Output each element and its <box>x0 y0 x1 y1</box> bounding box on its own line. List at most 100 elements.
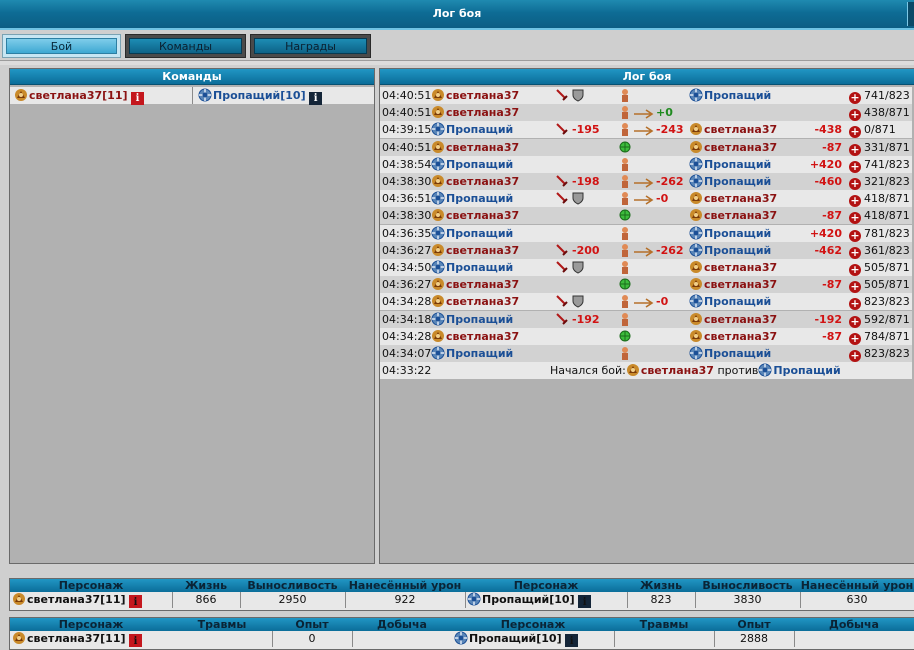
log-target[interactable]: Пропащий <box>689 225 771 242</box>
stats-p1-damage: 922 <box>394 593 416 606</box>
rewards-p1-entry[interactable]: светлана37[11] i <box>12 631 143 647</box>
log-hp: +823/823 <box>849 345 910 362</box>
stats-p2-name: Пропащий <box>482 593 550 606</box>
info-icon[interactable]: i <box>309 92 323 105</box>
body-icon <box>618 157 632 171</box>
log-actor[interactable]: Пропащий <box>431 190 513 207</box>
warrior-red-icon <box>689 260 703 274</box>
rewards-p2-entry[interactable]: Пропащий[10] i <box>454 631 579 647</box>
log-target[interactable]: Пропащий <box>689 242 771 259</box>
log-actor[interactable]: светлана37 <box>431 207 519 224</box>
info-icon[interactable]: i <box>131 92 145 105</box>
log-target[interactable]: Пропащий <box>689 293 771 310</box>
log-target[interactable]: светлана37 <box>689 311 777 328</box>
stats-table: Персонаж Жизнь Выносливость Нанесённый у… <box>9 578 914 611</box>
log-target[interactable]: Пропащий <box>689 87 771 104</box>
log-actor[interactable]: Пропащий <box>431 259 513 276</box>
rewards-p2-name: Пропащий <box>469 632 537 645</box>
log-target[interactable]: светлана37 <box>689 328 777 345</box>
log-hp-value: 418/871 <box>864 209 910 223</box>
log-hp: +0/871 <box>849 121 896 139</box>
stats-p2-entry[interactable]: Пропащий[10] i <box>467 592 592 608</box>
log-actor-name: светлана37 <box>446 209 520 223</box>
body-icon <box>618 174 632 188</box>
warrior-red-icon <box>12 631 26 645</box>
body-icon <box>618 294 632 309</box>
log-actor[interactable]: Пропащий <box>431 156 513 173</box>
log-actor[interactable]: светлана37 <box>431 242 519 259</box>
log-target[interactable]: Пропащий <box>689 156 771 173</box>
warrior-red-icon <box>14 88 28 102</box>
log-result: -87 <box>822 278 842 292</box>
warrior-red-icon <box>431 277 445 291</box>
info-icon[interactable]: i <box>129 634 143 647</box>
log-target[interactable]: светлана37 <box>689 139 777 156</box>
log-hp: +418/871 <box>849 207 910 225</box>
log-hp-value: 418/871 <box>864 192 910 206</box>
log-time: 04:34:50 <box>382 261 432 274</box>
body-icon <box>618 312 632 326</box>
tab-teams[interactable]: Команды <box>125 34 246 58</box>
log-target[interactable]: Пропащий <box>689 173 771 190</box>
tab-rewards[interactable]: Награды <box>250 34 371 58</box>
start-player1[interactable]: светлана37 <box>641 364 714 377</box>
rewards-p1-level: [11] <box>100 632 126 645</box>
warrior-blue-icon <box>689 174 703 188</box>
stats-p1-entry[interactable]: светлана37[11] i <box>12 592 143 608</box>
stats-p2-level: [10] <box>549 593 575 606</box>
log-actor[interactable]: светлана37 <box>431 293 519 310</box>
info-icon[interactable]: i <box>565 634 579 647</box>
team1-entry[interactable]: светлана37[11] i <box>14 87 145 105</box>
health-plus-icon: + <box>849 297 861 311</box>
log-actor[interactable]: светлана37 <box>431 104 519 121</box>
log-effect: -0 <box>618 190 668 207</box>
warrior-blue-icon <box>431 260 445 274</box>
log-row: 04:38:30 светлана37 светлана37 -87 +418/871 <box>380 207 912 225</box>
warrior-blue-icon <box>431 346 445 360</box>
log-hp: +505/871 <box>849 276 910 294</box>
log-actor[interactable]: Пропащий <box>431 121 513 138</box>
stats-col-character-2: Персонаж <box>513 579 579 592</box>
log-target[interactable]: светлана37 <box>689 121 777 138</box>
log-target[interactable]: светлана37 <box>689 190 777 207</box>
log-row: 04:38:30 светлана37 -198 -262 Пропащий -460 +3… <box>380 173 912 190</box>
log-result: -462 <box>814 243 842 257</box>
log-actor[interactable]: светлана37 <box>431 139 519 156</box>
log-hp-value: 505/871 <box>864 278 910 292</box>
tab-divider <box>0 60 914 65</box>
log-actor[interactable]: Пропащий <box>431 345 513 362</box>
log-actor[interactable]: Пропащий <box>431 225 513 242</box>
warrior-red-icon <box>431 88 445 102</box>
log-hp-value: 741/823 <box>864 89 910 102</box>
log-actor-name: светлана37 <box>446 243 520 257</box>
info-icon[interactable]: i <box>578 595 592 608</box>
warrior-blue-icon <box>431 157 445 171</box>
log-weapon: -192 <box>555 311 600 328</box>
start-player2[interactable]: Пропащий <box>773 364 840 377</box>
log-row: 04:34:07 Пропащий Пропащий +823/823 <box>380 345 912 362</box>
log-hp-value: 784/871 <box>864 329 910 343</box>
log-actor[interactable]: Пропащий <box>431 311 513 328</box>
log-actor[interactable]: светлана37 <box>431 276 519 293</box>
log-effect <box>618 139 633 156</box>
log-actor[interactable]: светлана37 <box>431 328 519 345</box>
log-target[interactable]: Пропащий <box>689 345 771 362</box>
log-target-name: Пропащий <box>704 89 772 102</box>
log-target[interactable]: светлана37 <box>689 259 777 276</box>
log-actor[interactable]: светлана37 <box>431 87 519 104</box>
team2-entry[interactable]: Пропащий[10] i <box>198 87 323 105</box>
info-icon[interactable]: i <box>129 595 143 608</box>
sword-icon <box>555 88 571 102</box>
log-start-row: 04:33:22 Начался бой: светлана37 против Про… <box>380 362 912 380</box>
log-target[interactable]: светлана37 <box>689 207 777 224</box>
log-actor[interactable]: светлана37 <box>431 173 519 190</box>
log-weapon: -198 <box>555 173 600 190</box>
log-target[interactable]: светлана37 <box>689 276 777 293</box>
log-hp-value: 823/823 <box>864 295 910 309</box>
sword-icon <box>555 312 571 326</box>
window-title: Лог боя <box>432 7 482 20</box>
warrior-blue-icon <box>758 363 772 377</box>
log-hp-value: 781/823 <box>864 226 910 240</box>
tab-battle[interactable]: Бой <box>2 34 121 58</box>
log-mid-value: +0 <box>656 106 673 120</box>
